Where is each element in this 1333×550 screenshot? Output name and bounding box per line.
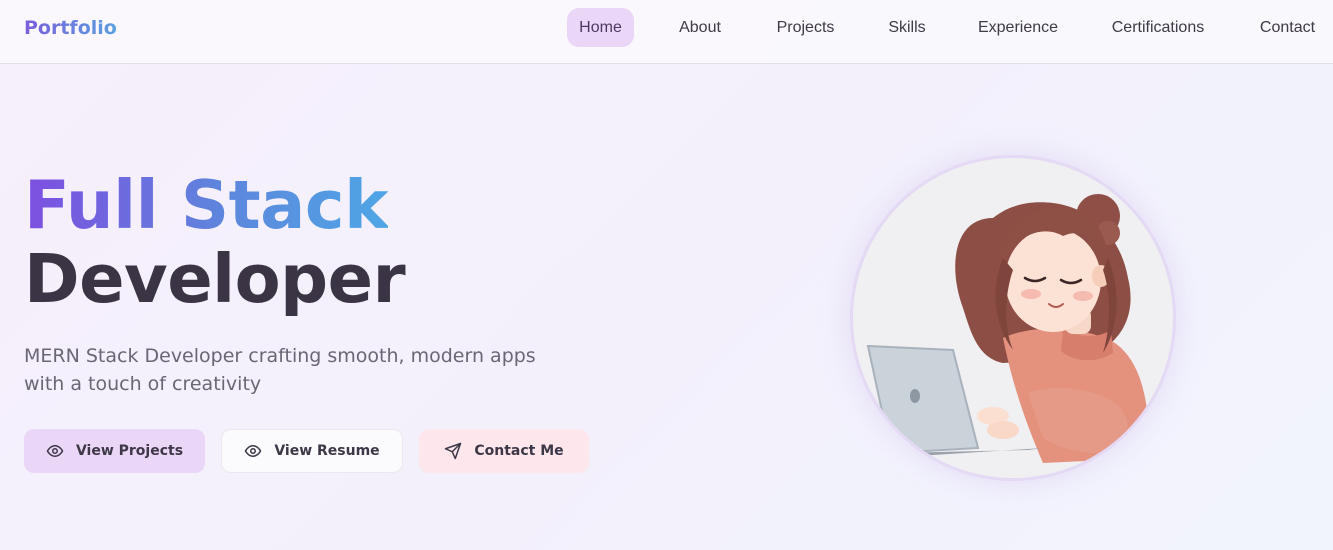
contact-me-button[interactable]: Contact Me <box>419 429 589 473</box>
view-projects-button[interactable]: View Projects <box>24 429 205 473</box>
view-resume-button[interactable]: View Resume <box>221 429 403 473</box>
avatar <box>853 158 1173 478</box>
nav-item-projects[interactable]: Projects <box>765 8 846 47</box>
contact-me-label: Contact Me <box>474 443 564 459</box>
send-icon <box>445 442 462 460</box>
nav-item-experience[interactable]: Experience <box>968 8 1068 47</box>
hero-title-line2: Developer <box>24 240 406 318</box>
eye-icon <box>245 445 262 457</box>
nav-item-certifications[interactable]: Certifications <box>1099 8 1217 47</box>
nav-item-contact[interactable]: Contact <box>1247 8 1328 47</box>
brand-logo[interactable]: Portfolio <box>24 16 117 40</box>
nav-item-about[interactable]: About <box>665 8 735 47</box>
hero-title: Full Stack Developer <box>24 166 406 318</box>
nav-item-home[interactable]: Home <box>567 8 634 47</box>
nav-item-skills[interactable]: Skills <box>877 8 937 47</box>
top-navbar: Portfolio Home About Projects Skills Exp… <box>0 0 1333 64</box>
hero-title-line1: Full Stack <box>24 166 389 244</box>
eye-icon <box>46 445 64 457</box>
developer-illustration <box>853 158 1173 478</box>
hero-subtitle: MERN Stack Developer crafting smooth, mo… <box>24 345 536 395</box>
view-projects-label: View Projects <box>75 443 184 459</box>
view-resume-label: View Resume <box>274 443 380 459</box>
